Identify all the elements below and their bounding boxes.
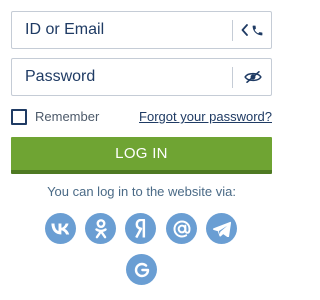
google-icon: [133, 261, 151, 279]
yandex-login-button[interactable]: [125, 213, 156, 244]
id-or-email-input[interactable]: [12, 12, 232, 48]
phone-icon: [251, 24, 264, 37]
remember-checkbox[interactable]: [11, 109, 27, 125]
remember-label: Remember: [35, 109, 100, 124]
telegram-login-button[interactable]: [206, 213, 237, 244]
toggle-password-visibility-button[interactable]: [233, 59, 272, 95]
vk-icon: [51, 222, 70, 235]
yandex-icon: [134, 219, 147, 238]
odnoklassniki-login-button[interactable]: [85, 213, 116, 244]
odnoklassniki-icon: [94, 218, 108, 239]
password-field: [11, 58, 272, 96]
telegram-icon: [212, 221, 231, 237]
chevron-left-icon: [241, 24, 248, 36]
forgot-password-link[interactable]: Forgot your password?: [139, 109, 272, 125]
login-form: Remember Forgot your password? LOG IN Yo…: [0, 0, 283, 300]
at-sign-icon: [172, 219, 192, 239]
password-input[interactable]: [12, 59, 232, 95]
login-field: [11, 11, 272, 49]
vk-login-button[interactable]: [45, 213, 76, 244]
mail-login-button[interactable]: [166, 213, 197, 244]
social-login-caption: You can log in to the website via:: [47, 184, 236, 199]
log-in-button[interactable]: LOG IN: [11, 137, 272, 174]
remember-checkbox-row[interactable]: Remember: [11, 109, 99, 125]
google-login-button[interactable]: [126, 254, 157, 285]
eye-slash-icon: [243, 70, 262, 84]
switch-to-phone-button[interactable]: [233, 12, 272, 48]
